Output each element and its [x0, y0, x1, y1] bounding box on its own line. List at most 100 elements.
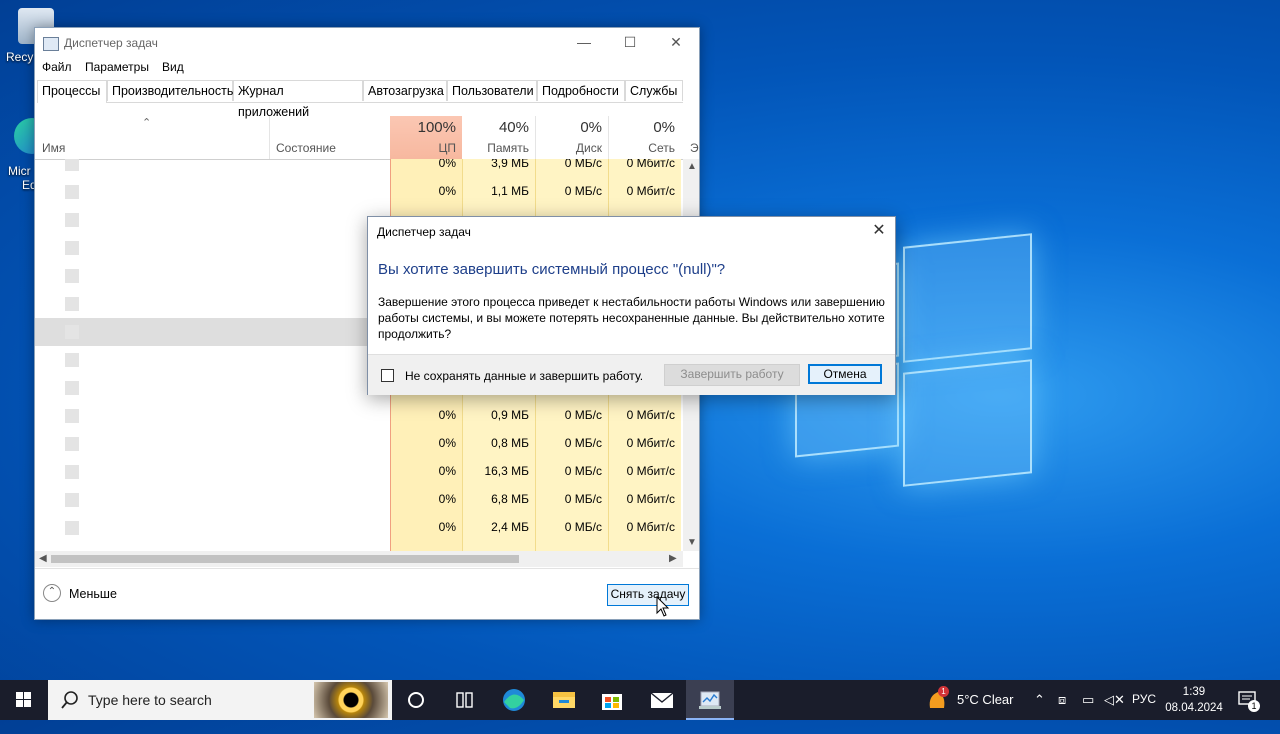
task-manager-taskbar-button[interactable]: [686, 680, 734, 720]
close-button[interactable]: ✕: [653, 28, 699, 58]
abandon-data-checkbox-label[interactable]: Не сохранять данные и завершить работу.: [405, 369, 643, 383]
cell-mem: 1,1 МБ: [491, 184, 529, 198]
process-icon: [65, 437, 79, 451]
volume-muted-icon[interactable]: ◁✕: [1104, 692, 1125, 708]
input-language-indicator[interactable]: РУС: [1132, 692, 1156, 706]
network-icon[interactable]: ▭: [1082, 692, 1094, 708]
cell-cpu: 0%: [438, 464, 456, 478]
shutdown-button[interactable]: Завершить работу: [664, 364, 800, 386]
dialog-heading: Вы хотите завершить системный процесс "(…: [378, 261, 726, 278]
table-row[interactable]: 0% 2,4 МБ 0 МБ/с 0 Мбит/с: [35, 514, 685, 542]
task-view-icon: [456, 692, 473, 708]
chevron-up-circle-icon[interactable]: ⌃: [43, 584, 61, 602]
process-icon: [65, 409, 79, 423]
clock[interactable]: 1:39 08.04.2024: [1164, 684, 1224, 716]
column-extra-truncated[interactable]: Э: [690, 141, 699, 155]
weather-widget-icon[interactable]: 1: [924, 686, 952, 714]
cell-cpu: 0%: [438, 492, 456, 506]
fewer-details-link[interactable]: Меньше: [69, 587, 117, 601]
process-icon: [65, 381, 79, 395]
table-row[interactable]: 0% 16,3 МБ 0 МБ/с 0 Мбит/с: [35, 458, 685, 486]
menu-options[interactable]: Параметры: [85, 60, 149, 74]
process-icon: [65, 297, 79, 311]
dialog-message: Завершение этого процесса приведет к нес…: [378, 295, 885, 341]
store-button[interactable]: [588, 680, 636, 720]
horizontal-scroll-thumb[interactable]: [51, 555, 519, 563]
cell-net: 0 Мбит/с: [626, 492, 675, 506]
notification-center-button[interactable]: 1: [1236, 688, 1260, 712]
cortana-circle-icon: [408, 692, 424, 708]
abandon-data-checkbox[interactable]: [381, 369, 394, 382]
cortana-button[interactable]: [392, 680, 440, 720]
sort-chevron-up-icon: ⌃: [142, 117, 152, 129]
column-header-row: ⌃ Имя Состояние 100% ЦП 40% Память 0% Ди…: [35, 116, 699, 160]
column-cpu[interactable]: 100% ЦП: [390, 116, 462, 159]
start-button[interactable]: [0, 680, 48, 720]
mouse-cursor-icon: [656, 596, 670, 617]
footer-bar: ⌃ Меньше Снять задачу: [35, 568, 699, 620]
window-title: Диспетчер задач: [64, 36, 158, 50]
task-manager-icon: [699, 691, 721, 709]
end-task-button[interactable]: Снять задачу: [607, 584, 689, 606]
tab-details[interactable]: Подробности: [537, 80, 625, 101]
taskbar: Type here to search 1 5°C Clear ⌃ ⧈ ▭ ◁✕…: [0, 680, 1280, 720]
maximize-button[interactable]: ☐: [607, 28, 653, 58]
search-highlight-image[interactable]: [314, 682, 388, 718]
title-bar[interactable]: Диспетчер задач — ☐ ✕: [35, 28, 699, 58]
cell-mem: 6,8 МБ: [491, 492, 529, 506]
column-network[interactable]: 0% Сеть: [609, 116, 681, 159]
column-disk[interactable]: 0% Диск: [536, 116, 608, 159]
scroll-down-icon[interactable]: ▼: [687, 537, 697, 548]
task-view-button[interactable]: [440, 680, 488, 720]
cell-disk: 0 МБ/с: [564, 492, 602, 506]
notification-count-badge: 1: [1248, 700, 1260, 712]
horizontal-scrollbar[interactable]: ◀ ▶: [35, 551, 683, 567]
cpu-total-percent: 100%: [417, 119, 456, 136]
minimize-button[interactable]: —: [561, 28, 607, 58]
scroll-up-icon[interactable]: ▲: [687, 161, 697, 172]
close-icon: ✕: [872, 222, 886, 239]
cancel-button[interactable]: Отмена: [808, 364, 882, 384]
tab-processes[interactable]: Процессы: [37, 80, 107, 103]
cell-net: 0 Мбит/с: [626, 436, 675, 450]
edge-icon: [503, 689, 525, 711]
dialog-button-bar: Не сохранять данные и завершить работу. …: [368, 354, 895, 395]
weather-text[interactable]: 5°C Clear: [957, 692, 1014, 707]
process-icon: [65, 269, 79, 283]
cpu-label: ЦП: [438, 141, 456, 155]
process-icon: [65, 465, 79, 479]
table-row[interactable]: 0% 0,9 МБ 0 МБ/с 0 Мбит/с: [35, 402, 685, 430]
edge-taskbar-button[interactable]: [490, 680, 538, 720]
tab-startup[interactable]: Автозагрузка: [363, 80, 447, 101]
clock-time: 1:39: [1182, 686, 1206, 698]
maximize-icon: ☐: [623, 34, 637, 50]
table-row[interactable]: 0% 0,8 МБ 0 МБ/с 0 Мбит/с: [35, 430, 685, 458]
show-hidden-icons-chevron-icon[interactable]: ⌃: [1034, 692, 1045, 708]
taskbar-search-box[interactable]: Type here to search: [48, 680, 392, 720]
scroll-right-icon[interactable]: ▶: [669, 553, 677, 564]
table-row[interactable]: 0% 3,9 МБ 0 МБ/с 0 Мбит/с: [35, 159, 685, 178]
menu-view[interactable]: Вид: [162, 60, 184, 74]
dialog-close-button[interactable]: ✕: [863, 217, 895, 247]
column-name[interactable]: Имя: [42, 141, 65, 155]
memory-total-percent: 40%: [498, 119, 529, 136]
column-memory[interactable]: 40% Память: [463, 116, 535, 159]
column-status[interactable]: Состояние: [276, 141, 336, 155]
scroll-left-icon[interactable]: ◀: [39, 553, 47, 564]
process-icon: [65, 185, 79, 199]
process-icon: [65, 213, 79, 227]
menu-file[interactable]: Файл: [42, 60, 72, 74]
process-icon: [65, 353, 79, 367]
cell-mem: 16,3 МБ: [484, 464, 529, 478]
table-row[interactable]: 0% 1,1 МБ 0 МБ/с 0 Мбит/с: [35, 178, 685, 206]
tab-performance[interactable]: Производительность: [107, 80, 233, 101]
tab-users[interactable]: Пользователи: [447, 80, 537, 101]
mail-button[interactable]: [638, 680, 686, 720]
tab-app-history[interactable]: Журнал приложений: [233, 80, 363, 119]
meet-now-icon[interactable]: ⧈: [1058, 692, 1066, 708]
table-row[interactable]: 0% 6,8 МБ 0 МБ/с 0 Мбит/с: [35, 486, 685, 514]
cell-disk: 0 МБ/с: [564, 436, 602, 450]
tab-services[interactable]: Службы: [625, 80, 683, 101]
file-explorer-button[interactable]: [540, 680, 588, 720]
search-placeholder: Type here to search: [88, 692, 212, 708]
